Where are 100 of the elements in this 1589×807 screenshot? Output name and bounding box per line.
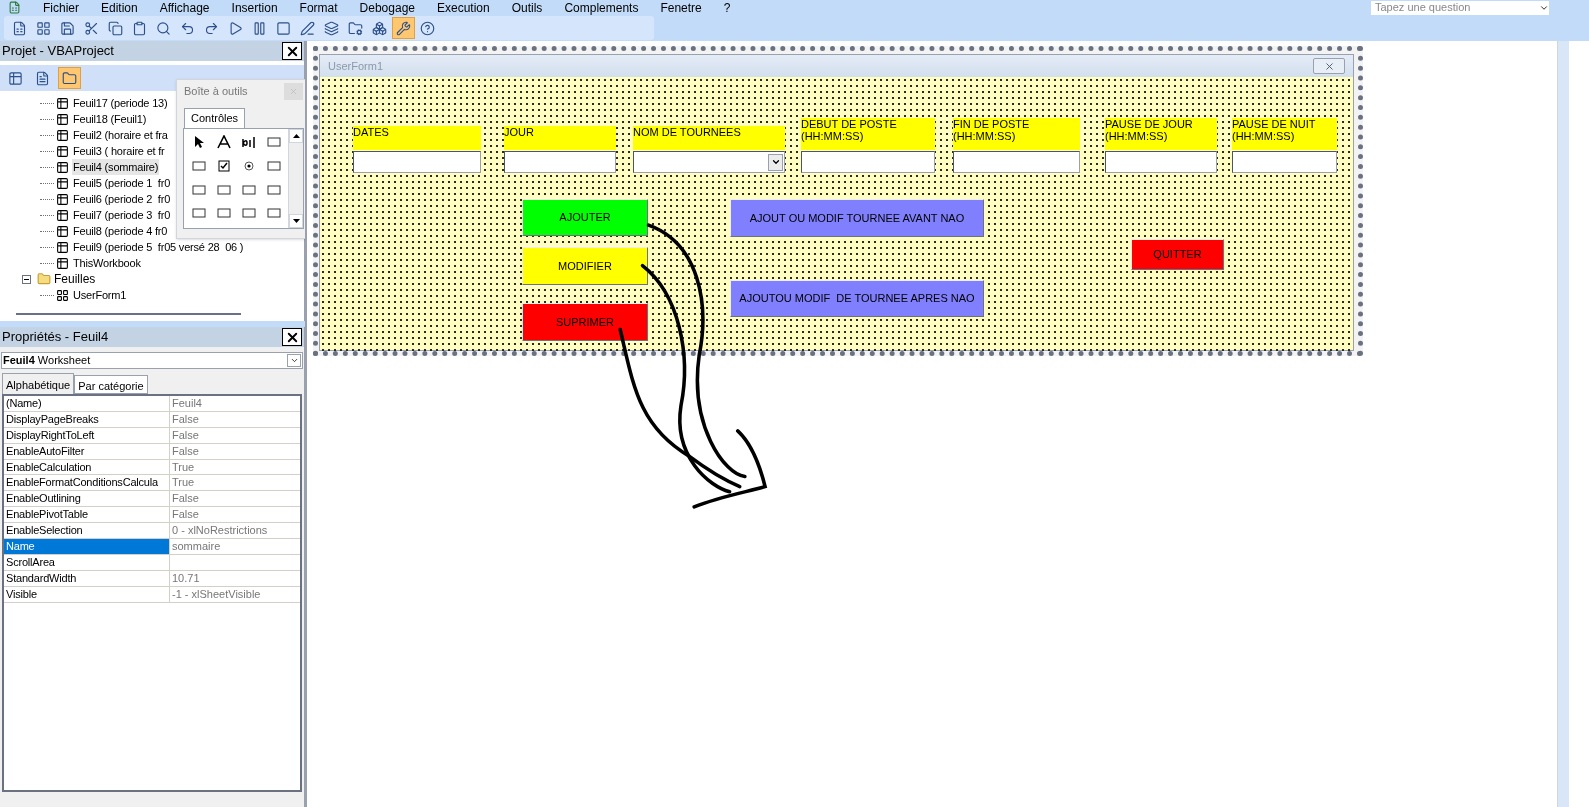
property-value[interactable]: True <box>170 459 195 475</box>
input-field[interactable] <box>801 151 935 173</box>
folder-icon <box>37 272 51 286</box>
tree-item[interactable]: UserForm1 <box>72 286 128 304</box>
property-value[interactable]: False <box>170 427 199 443</box>
property-name[interactable]: EnableOutlining <box>4 491 170 507</box>
field-label: NOM DE TOURNEES <box>633 126 785 150</box>
tree-item[interactable]: Feuil4 (sommaire) <box>72 158 160 176</box>
property-name[interactable]: DisplayRightToLeft <box>4 427 170 443</box>
sheet-icon <box>56 144 69 158</box>
help-search-field[interactable]: Tapez une question <box>1371 0 1549 15</box>
sheet-icon <box>56 112 69 126</box>
menu-item[interactable]: Edition <box>101 0 138 15</box>
property-name[interactable]: DisplayPageBreaks <box>4 411 170 427</box>
property-value[interactable]: False <box>170 443 199 459</box>
field-label: PAUSE DE JOUR (HH:MM:SS) <box>1105 118 1217 150</box>
tree-item[interactable]: Feuil6 (periode 2 fr0 <box>72 190 172 208</box>
caret-icon <box>770 157 781 167</box>
sheet-icon <box>56 128 69 142</box>
menu-item[interactable]: Fenetre <box>660 0 702 15</box>
menu-item[interactable]: Debogage <box>359 0 415 15</box>
form-button[interactable]: AJOUTER <box>522 199 648 236</box>
scroll-down-button[interactable] <box>289 213 303 228</box>
form-button[interactable]: MODIFIER <box>522 247 648 285</box>
sheet-icon <box>56 160 69 174</box>
field-label: DEBUT DE POSTE (HH:MM:SS) <box>801 118 935 150</box>
tree-item[interactable]: Feuil9 (periode 5 fr05 versé 28 06 ) <box>72 238 245 256</box>
close-icon <box>289 86 298 96</box>
form-button[interactable]: SUPRIMER <box>522 303 648 341</box>
menu-item[interactable]: Fichier <box>43 0 79 15</box>
scroll-up-button[interactable] <box>289 128 303 143</box>
sheet-icon <box>56 208 69 222</box>
property-name[interactable]: ScrollArea <box>4 554 170 570</box>
form-icon <box>56 288 69 302</box>
properties-tab[interactable]: Alphabétique <box>2 373 75 394</box>
menu-item[interactable]: Outils <box>511 0 543 15</box>
toolbox-title: Boîte à outils <box>184 83 248 99</box>
property-value[interactable]: -1 - xlSheetVisible <box>170 586 261 602</box>
tree-item[interactable]: Feuil17 (periode 13) <box>72 94 169 112</box>
property-name[interactable]: EnablePivotTable <box>4 507 170 523</box>
form-button[interactable]: QUITTER <box>1131 239 1224 270</box>
toolbox-tab[interactable]: Contrôles <box>184 108 246 128</box>
form-button[interactable]: AJOUTOU MODIF DE TOURNEE APRES NAO <box>730 280 984 317</box>
property-name[interactable]: (Name) <box>4 396 170 411</box>
input-field[interactable] <box>953 151 1080 173</box>
tree-item[interactable]: Feuil18 (Feuil1) <box>72 110 148 128</box>
menu-item[interactable]: Complements <box>564 0 639 15</box>
property-value[interactable]: False <box>170 507 199 523</box>
property-value[interactable]: False <box>170 491 199 507</box>
property-value[interactable]: sommaire <box>170 539 221 554</box>
property-name[interactable]: StandardWidth <box>4 570 170 586</box>
form-button[interactable]: AJOUT OU MODIF TOURNEE AVANT NAO <box>730 199 984 237</box>
tree-item[interactable]: Feuil8 (periode 4 fr0 <box>72 222 169 240</box>
window-title: UserForm1 <box>328 58 383 74</box>
menu-item[interactable]: Affichage <box>159 0 210 15</box>
property-name[interactable]: EnableFormatConditionsCalcula <box>4 475 170 491</box>
sheet-icon <box>56 224 69 238</box>
sheet-icon <box>56 176 69 190</box>
tree-item[interactable]: Feuil7 (periode 3 fr0 <box>72 206 172 224</box>
field-label: FIN DE POSTE (HH:MM:SS) <box>953 118 1080 150</box>
property-name[interactable]: EnableCalculation <box>4 459 170 475</box>
property-name[interactable]: EnableAutoFilter <box>4 443 170 459</box>
close-icon <box>1323 60 1335 72</box>
input-field[interactable] <box>353 151 481 173</box>
input-field[interactable] <box>1232 151 1337 173</box>
down-arrow-icon <box>292 218 300 223</box>
combo-box[interactable] <box>633 151 785 173</box>
field-label: JOUR <box>504 126 616 150</box>
menu-item[interactable]: Execution <box>437 0 490 15</box>
property-name[interactable]: Name <box>4 539 170 554</box>
input-field[interactable] <box>1105 151 1217 173</box>
tree-item[interactable]: Feuil5 (periode 1 fr0 <box>72 174 172 192</box>
folder-icon[interactable] <box>58 67 81 89</box>
property-name[interactable]: EnableSelection <box>4 523 170 538</box>
input-field[interactable] <box>504 151 616 173</box>
tree-item[interactable]: Feuil3 ( horaire et fr <box>72 142 166 160</box>
menu-item[interactable]: Insertion <box>231 0 278 15</box>
object-selector[interactable]: Feuil4 Worksheet <box>1 352 303 369</box>
menu-item[interactable]: Format <box>299 0 338 15</box>
sheet-icon <box>56 256 69 270</box>
properties-tab[interactable]: Par catégorie <box>74 375 148 394</box>
expand-toggle-icon[interactable] <box>22 274 31 284</box>
tree-item[interactable]: Feuilles <box>54 270 96 288</box>
sheet-icon <box>56 96 69 110</box>
property-value[interactable]: 0 - xlNoRestrictions <box>170 523 268 538</box>
close-button[interactable] <box>282 328 302 346</box>
scrollbar[interactable] <box>1557 41 1569 807</box>
sheet-icon <box>56 192 69 206</box>
property-name[interactable]: Visible <box>4 586 170 602</box>
menu-item[interactable]: ? <box>723 0 731 15</box>
field-label: DATES <box>353 126 481 150</box>
property-value[interactable]: True <box>170 475 195 491</box>
property-value[interactable]: 10.71 <box>170 570 200 586</box>
panel-title: Projet - VBAProject <box>2 42 114 61</box>
property-value[interactable]: Feuil4 <box>170 396 202 411</box>
tree-item[interactable]: ThisWorkbook <box>72 254 142 272</box>
tree-item[interactable]: Feuil2 (horaire et fra <box>72 126 169 144</box>
close-button[interactable] <box>282 42 302 60</box>
toolbox-icon[interactable] <box>392 17 415 39</box>
property-value[interactable]: False <box>170 411 199 427</box>
